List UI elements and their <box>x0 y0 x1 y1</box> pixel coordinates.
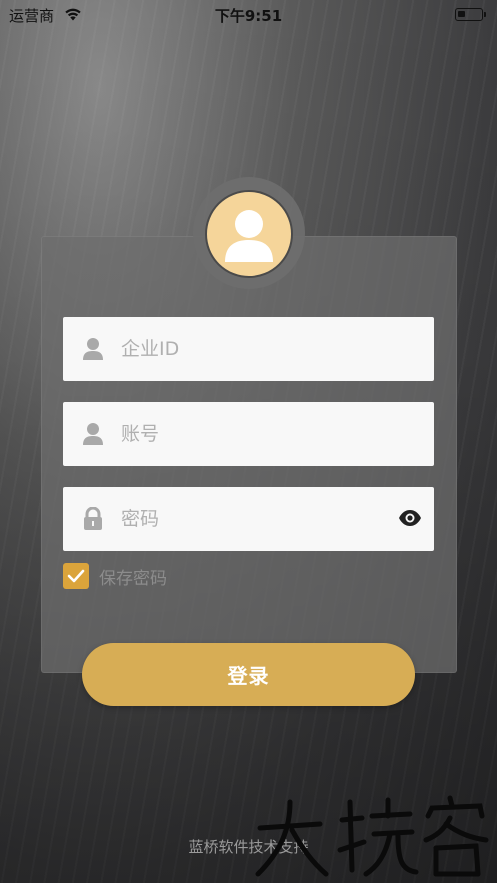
login-button[interactable]: 登录 <box>82 643 415 706</box>
remember-password[interactable]: 保存密码 <box>63 563 167 589</box>
password-field <box>63 487 434 551</box>
checkmark-icon <box>67 569 85 583</box>
support-footer: 蓝桥软件技术支持 <box>188 838 309 856</box>
person-icon <box>83 423 103 445</box>
password-input[interactable] <box>121 487 401 551</box>
account-field <box>63 402 434 466</box>
battery-fill <box>458 11 465 17</box>
company-id-field <box>63 317 434 381</box>
remember-password-label: 保存密码 <box>99 568 167 589</box>
calligraphy-watermark <box>255 795 489 877</box>
eye-icon[interactable] <box>398 509 422 527</box>
battery-icon <box>455 8 486 21</box>
remember-password-checkbox[interactable] <box>63 563 89 589</box>
user-avatar-icon <box>205 190 293 278</box>
status-bar: 运营商 下午9:51 <box>0 0 497 28</box>
status-time: 下午9:51 <box>214 7 283 25</box>
person-icon <box>83 338 103 360</box>
company-id-input[interactable] <box>121 317 401 381</box>
lock-icon <box>84 507 102 530</box>
account-input[interactable] <box>121 402 401 466</box>
